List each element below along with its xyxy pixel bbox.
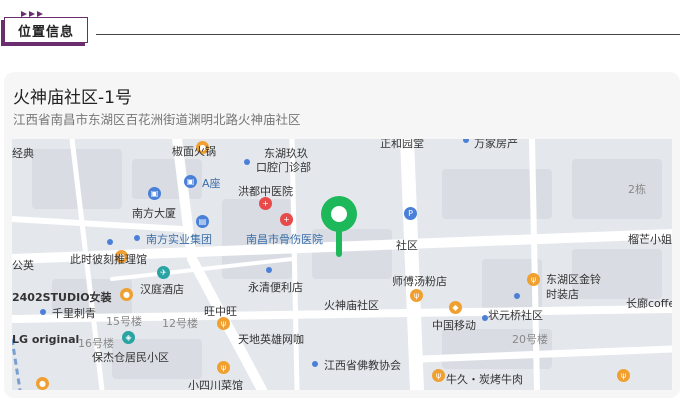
map-label: 保杰仓居民小区 (92, 351, 169, 364)
map-label: 南昌市骨伤医院 (246, 233, 323, 246)
map-label: 汉庭酒店 (140, 283, 184, 296)
map-label: 时装店 (546, 288, 579, 301)
map-label: A座 (202, 177, 221, 190)
map-label: 公英 (12, 259, 34, 272)
building-icon: ▣ (148, 187, 161, 200)
location-card[interactable]: 火神庙社区-1号 江西省南昌市东湖区百花洲街道渊明北路火神庙社区 ● ▣ ▣ +… (4, 72, 680, 398)
map-label: LG original (12, 333, 80, 346)
bus-stop-icon: ▤ (196, 215, 209, 228)
map-label: 南方实业集团 (146, 233, 212, 246)
map-label: 牛久・炭烤牛肉 (446, 373, 523, 386)
map-label: 洪都中医院 (238, 185, 293, 198)
map-label: 江西省佛教协会 (324, 359, 401, 372)
map-label: 状元桥社区 (488, 309, 543, 322)
place-address: 江西省南昌市东湖区百花洲街道渊明北路火神庙社区 (13, 112, 301, 127)
parking-icon: P (404, 207, 417, 220)
map-label: 南方大厦 (132, 207, 176, 220)
map-label: 旺中旺 (204, 305, 237, 318)
place-name: 火神庙社区-1号 (13, 88, 132, 108)
poi-dot (312, 361, 318, 367)
section-tag: 位置信息 (4, 11, 88, 43)
map-label: 12号楼 (162, 317, 198, 330)
section-title: 位置信息 (17, 25, 74, 40)
map-label: 2栋 (628, 183, 646, 196)
poi-dot (514, 293, 520, 299)
poi-dot (266, 267, 272, 273)
poi-dot (40, 309, 46, 315)
section-header: 位置信息 (4, 11, 680, 50)
map-label: 15号楼 (106, 315, 142, 328)
map-label: 万家房产 (474, 139, 518, 150)
fork-knife-icon: ψ (217, 361, 230, 374)
triple-chevron-icon (21, 11, 43, 17)
map-label: 火神庙社区 (324, 299, 379, 312)
building-icon: ▣ (184, 175, 197, 188)
map-label: 天地英雄网咖 (238, 333, 304, 346)
shop-icon: ◈ (122, 331, 135, 344)
poi-dot (107, 239, 113, 245)
header-divider (96, 34, 680, 35)
poi-dot (134, 235, 140, 241)
map-label: 永清便利店 (248, 281, 303, 294)
fork-knife-icon: ψ (617, 369, 630, 382)
fork-knife-icon: ψ (527, 273, 540, 286)
map-label: 正和园堂 (380, 139, 424, 150)
poi-dot (244, 159, 250, 165)
map-label: 20号楼 (512, 333, 548, 346)
fork-knife-icon: ψ (432, 369, 445, 382)
map-pin-icon[interactable] (318, 195, 360, 259)
map-label: 椒面火锅 (172, 145, 216, 158)
phone-shop-icon: ◆ (449, 301, 462, 314)
map-label: 2402STUDIO女装 (12, 291, 112, 304)
fork-knife-icon: ψ (410, 289, 423, 302)
map-label: 长廊coffe (626, 297, 672, 310)
map-label: 师傅汤粉店 (392, 275, 447, 288)
hospital-cross-icon: + (280, 213, 293, 226)
map-label: 社区 (396, 239, 418, 252)
map-label: 经典 (12, 147, 34, 160)
plane-icon: ✈ (157, 266, 170, 279)
food-icon: ● (36, 377, 49, 390)
map-label: 千里刺青 (52, 307, 96, 320)
map-label: 小四川菜馆 (188, 379, 243, 390)
food-icon: ● (120, 288, 133, 301)
map-label: 东湖区金铃 (546, 273, 601, 286)
map-label: 口腔门诊部 (256, 161, 311, 174)
map-label: 此时彼刻推理馆 (70, 253, 147, 266)
map-label: 榴芒小姐 (628, 233, 672, 246)
map-label: 中国移动 (432, 319, 476, 332)
map-view[interactable]: ● ▣ ▣ + + P ▤ ● ✈ ● ψ ψ ◆ ψ ◈ ψ ψ ψ ● 经典… (12, 139, 672, 390)
